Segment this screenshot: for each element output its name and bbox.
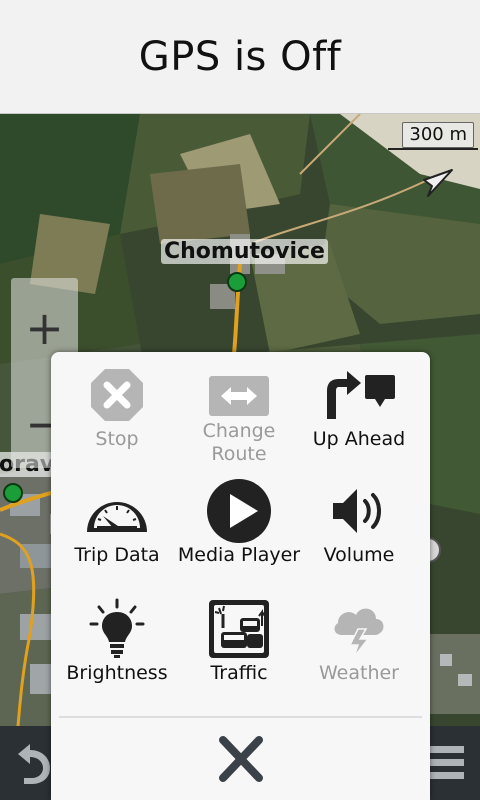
trip-data-label: Trip Data — [74, 544, 160, 566]
weather-icon — [304, 596, 414, 662]
stop-label: Stop — [95, 428, 139, 450]
status-header: GPS is Off — [0, 0, 480, 114]
media-player-label: Media Player — [177, 544, 301, 566]
weather-button[interactable]: Weather — [299, 596, 419, 706]
close-menu-button[interactable] — [211, 734, 271, 786]
traffic-label: Traffic — [210, 662, 268, 684]
shortcut-menu: Stop Change Route Up Ahead Trip Data Med… — [51, 352, 430, 800]
city-label: Chomutovice — [161, 239, 328, 264]
close-icon — [219, 736, 263, 782]
stop-icon — [62, 362, 172, 428]
traffic-button[interactable]: Traffic — [179, 596, 299, 706]
change-route-icon — [184, 362, 294, 428]
page-title: GPS is Off — [138, 33, 342, 80]
trip-data-button[interactable]: Trip Data — [57, 478, 177, 588]
speedometer-icon — [62, 478, 172, 544]
lightbulb-icon — [62, 596, 172, 662]
brightness-button[interactable]: Brightness — [57, 596, 177, 706]
map-scale: 300 m — [388, 122, 478, 150]
volume-button[interactable]: Volume — [299, 478, 419, 588]
change-route-label-line1: Change — [202, 420, 276, 442]
play-icon — [184, 478, 294, 544]
media-player-button[interactable]: Media Player — [177, 478, 301, 588]
up-ahead-button[interactable]: Up Ahead — [299, 362, 419, 472]
volume-icon — [304, 478, 414, 544]
change-route-label-line2: Route — [211, 443, 267, 465]
brightness-label: Brightness — [66, 662, 168, 684]
up-ahead-icon — [304, 362, 414, 428]
up-ahead-label: Up Ahead — [312, 428, 406, 450]
weather-label: Weather — [319, 662, 399, 684]
traffic-icon — [184, 596, 294, 662]
volume-label: Volume — [323, 544, 395, 566]
stop-button[interactable]: Stop — [57, 362, 177, 472]
scale-line — [388, 148, 478, 150]
change-route-button[interactable]: Change Route — [179, 362, 299, 472]
menu-divider — [59, 716, 422, 718]
scale-label: 300 m — [402, 122, 474, 148]
